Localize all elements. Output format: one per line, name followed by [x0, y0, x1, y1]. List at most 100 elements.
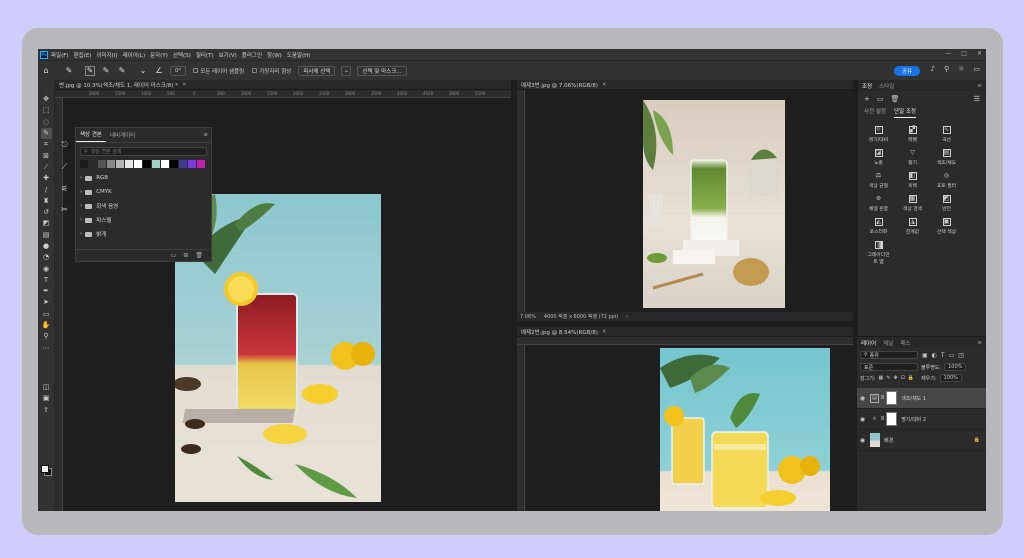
- enhance-edge-checkbox[interactable]: 가장자리 향상: [252, 67, 291, 75]
- layer-filter-select[interactable]: ⚲ 종류: [860, 351, 918, 359]
- color-swatch[interactable]: [80, 160, 88, 168]
- marquee-tool-icon[interactable]: ⬚: [41, 105, 52, 116]
- lock-artboard-icon[interactable]: ⊡: [901, 375, 905, 381]
- move-tool-icon[interactable]: ✥: [41, 94, 52, 105]
- adj-photo-filter[interactable]: ◎ 포토 필터: [931, 172, 962, 190]
- gradient-tool-icon[interactable]: ▤: [41, 230, 52, 241]
- type-tool-icon[interactable]: T: [41, 275, 52, 286]
- new-swatch-icon[interactable]: ⊞: [183, 252, 188, 259]
- new-group-icon[interactable]: ▭: [171, 252, 177, 259]
- list-icon[interactable]: ☰: [974, 95, 980, 103]
- canvas-photo-yellow-drinks[interactable]: [660, 348, 830, 511]
- sponge-tool-icon[interactable]: ◉: [41, 263, 52, 274]
- color-swatch[interactable]: [197, 160, 205, 168]
- menu-edit[interactable]: 편집(E): [74, 51, 92, 59]
- light-icon[interactable]: ☼: [958, 65, 964, 73]
- shape-tool-icon[interactable]: ▭: [41, 309, 52, 320]
- lasso-tool-icon[interactable]: ◌: [41, 117, 52, 128]
- eye-icon[interactable]: ◉: [857, 437, 868, 444]
- tab-channels[interactable]: 채널: [883, 339, 893, 347]
- document-tab-3[interactable]: 예제2번.jpg @ 8.54%(RGB/8) ✕: [517, 327, 853, 337]
- adj-brightness-contrast[interactable]: ☼ 명기/대비: [863, 126, 894, 143]
- chevron-down-icon[interactable]: ⌄: [341, 65, 352, 76]
- tab-adjustments[interactable]: 조정: [862, 82, 872, 90]
- menu-file[interactable]: 파일(F): [51, 51, 69, 59]
- panel-menu-icon[interactable]: ≡: [977, 340, 982, 346]
- lock-brush-icon[interactable]: ✎: [886, 375, 890, 381]
- swatch-folder-cmyk[interactable]: › CMYK: [76, 185, 211, 199]
- lock-icon[interactable]: 🔒: [974, 437, 980, 443]
- close-tab-icon[interactable]: ✕: [182, 82, 187, 88]
- brush-tool-icon[interactable]: ∕: [41, 184, 52, 195]
- quick-mask-icon[interactable]: ◫: [41, 382, 52, 393]
- frame-tool-icon[interactable]: ⊠: [41, 150, 52, 161]
- adj-invert[interactable]: ◩ 반전: [931, 195, 962, 212]
- menu-filter[interactable]: 필터(T): [196, 51, 214, 59]
- zoom-level[interactable]: 7.06%: [520, 314, 536, 320]
- bell-icon[interactable]: ♪: [930, 65, 934, 73]
- adj-posterize[interactable]: ◭ 포스터화: [863, 218, 894, 235]
- eye-icon[interactable]: ◉: [857, 395, 868, 402]
- home-icon[interactable]: ⌂: [41, 66, 51, 76]
- color-swatch[interactable]: [179, 160, 187, 168]
- quick-select-tool-icon[interactable]: ✎: [40, 127, 52, 140]
- layer-mask-thumbnail[interactable]: [886, 391, 898, 405]
- adj-color-lookup[interactable]: ▦ 색상 검색: [897, 195, 928, 212]
- history-panel-icon[interactable]: ⎋: [61, 140, 67, 150]
- color-swatch[interactable]: [116, 160, 124, 168]
- swatch-search-input[interactable]: ⚲ 색상 견본 검색: [80, 147, 207, 156]
- layer-mask-thumbnail[interactable]: [886, 412, 898, 426]
- trash-icon[interactable]: 🗑: [195, 252, 203, 259]
- color-swatch[interactable]: [98, 160, 106, 168]
- quick-select-tool-icon[interactable]: ✎: [64, 66, 74, 76]
- fill-field[interactable]: 100%: [939, 374, 962, 382]
- close-tab-icon[interactable]: ✕: [602, 82, 607, 88]
- add-icon[interactable]: +: [864, 95, 870, 103]
- menu-view[interactable]: 보기(V): [219, 51, 237, 59]
- eyedropper-tool-icon[interactable]: ⟋: [41, 162, 52, 173]
- swatch-folder-bright[interactable]: › 밝게: [76, 227, 211, 241]
- blur-tool-icon[interactable]: ●: [41, 241, 52, 252]
- filter-adjust-icon[interactable]: ◐: [932, 352, 937, 359]
- filter-smart-icon[interactable]: ◳: [958, 352, 964, 359]
- layer-row[interactable]: ◉ 배경 🔒: [857, 430, 986, 451]
- new-selection-icon[interactable]: ✎: [85, 65, 95, 76]
- menu-select[interactable]: 선택(S): [173, 51, 191, 59]
- opacity-field[interactable]: 100%: [944, 363, 967, 371]
- tools-panel-icon[interactable]: ✂: [61, 205, 68, 214]
- minimize-button[interactable]: —: [945, 50, 951, 57]
- color-swatch[interactable]: [143, 160, 151, 168]
- sample-all-layers-checkbox[interactable]: 모든 레이어 샘플링: [193, 67, 244, 75]
- color-swatch[interactable]: [89, 160, 97, 168]
- history-brush-tool-icon[interactable]: ↺: [41, 207, 52, 218]
- chevron-right-icon[interactable]: ›: [626, 314, 628, 320]
- lock-move-icon[interactable]: ✥: [893, 375, 897, 381]
- adj-curves[interactable]: ∿ 곡선: [931, 126, 962, 143]
- clone-stamp-tool-icon[interactable]: ♜: [41, 196, 52, 207]
- lock-all-icon[interactable]: 🔒: [908, 375, 914, 381]
- adj-exposure[interactable]: ◪ 노출: [863, 149, 894, 166]
- crop-tool-icon[interactable]: ⌗: [41, 139, 52, 150]
- swatch-folder-grayscale[interactable]: › 회색 음영: [76, 199, 211, 213]
- select-subject-button[interactable]: 피사체 선택: [298, 65, 336, 76]
- tab-presets[interactable]: 사전 설정: [864, 107, 886, 118]
- dodge-tool-icon[interactable]: ◔: [41, 252, 52, 263]
- close-button[interactable]: ✕: [977, 50, 982, 57]
- panel-menu-icon[interactable]: ≡: [203, 132, 208, 138]
- tab-swatches[interactable]: 색상 견본: [76, 130, 106, 142]
- subtract-selection-icon[interactable]: ✎: [117, 66, 127, 76]
- adjust-panel-icon[interactable]: ⚟: [61, 184, 68, 193]
- menu-type[interactable]: 문자(Y): [150, 51, 168, 59]
- document-tab-1[interactable]: 변.jpg @ 10.3%(색조/채도 1, 레이어 마스크/8) * ✕: [55, 80, 511, 90]
- adj-selective-color[interactable]: ▣ 선택 색상: [931, 218, 962, 235]
- folder-icon[interactable]: ▭: [877, 95, 884, 103]
- lock-pixels-icon[interactable]: ▦: [879, 375, 884, 381]
- swatch-folder-pastel[interactable]: › 파스텔: [76, 213, 211, 227]
- color-swatch[interactable]: [161, 160, 169, 168]
- adj-vibrance[interactable]: ▽ 활기: [897, 149, 928, 167]
- screen-mode-icon[interactable]: ▣: [41, 393, 52, 404]
- menu-help[interactable]: 도움말(H): [287, 51, 311, 59]
- healing-tool-icon[interactable]: ✚: [41, 173, 52, 184]
- angle-field[interactable]: 0°: [170, 65, 187, 76]
- path-select-tool-icon[interactable]: ➤: [41, 297, 52, 308]
